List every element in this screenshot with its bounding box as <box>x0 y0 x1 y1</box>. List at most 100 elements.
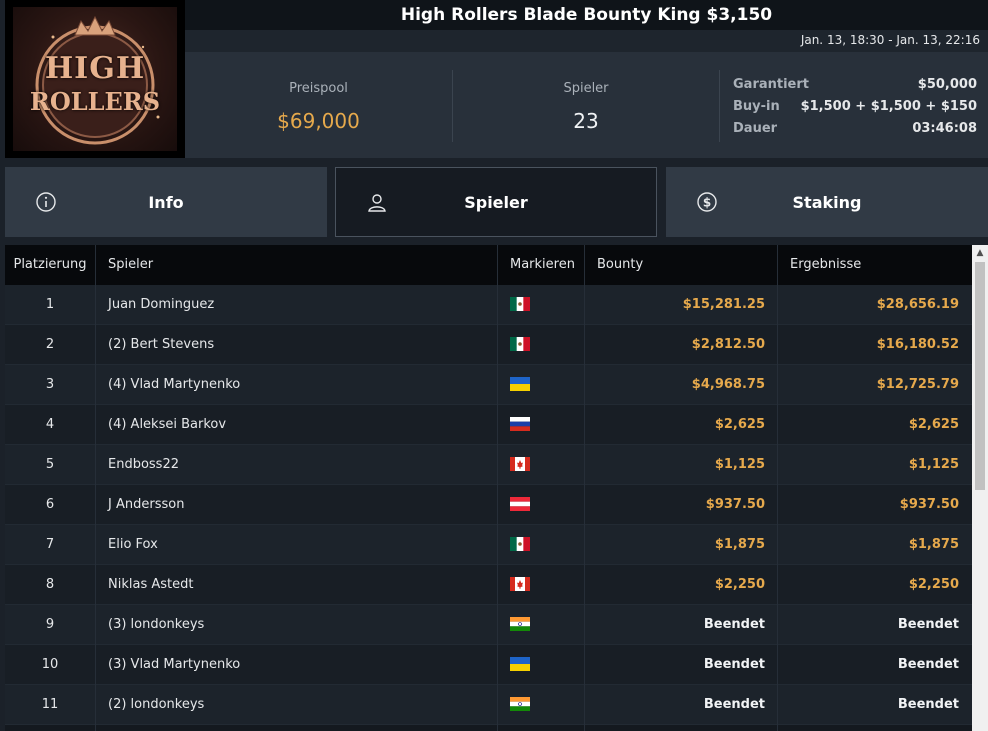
prizepool-value: $69,000 <box>277 109 360 133</box>
bounty-cell: $15,281.25 <box>682 297 765 312</box>
player-name-link[interactable]: J Andersson <box>108 485 184 525</box>
bounty-cell: $937.50 <box>705 497 765 512</box>
player-name-link[interactable]: Elio Fox <box>108 525 158 565</box>
table-row[interactable]: 8 Niklas Astedt $2,250 $2,250 <box>5 565 972 605</box>
india-flag-icon <box>510 697 530 711</box>
header-player[interactable]: Spieler <box>108 245 153 285</box>
column-divider <box>584 245 585 731</box>
tournament-date-range: Jan. 13, 18:30 - Jan. 13, 22:16 <box>800 33 980 47</box>
header-flag[interactable]: Markieren <box>510 245 575 285</box>
table-row[interactable]: 1 Juan Dominguez $15,281.25 $28,656.19 <box>5 285 972 325</box>
table-row[interactable]: 11 (2) londonkeys Beendet Beendet <box>5 685 972 725</box>
bounty-cell: Beendet <box>703 617 765 632</box>
result-cell: $2,250 <box>908 577 959 592</box>
ukraine-flag-icon <box>510 377 530 391</box>
table-row[interactable]: 7 Elio Fox $1,875 $1,875 <box>5 525 972 565</box>
stats-divider <box>719 70 720 142</box>
logo-text-high: HIGH <box>44 51 146 86</box>
canada-flag-icon <box>510 457 530 471</box>
rank-cell: 1 <box>45 297 55 312</box>
tab-players-label: Spieler <box>464 192 528 212</box>
scrollbar-thumb[interactable] <box>975 262 985 490</box>
logo-text-rollers: ROLLERS <box>29 87 161 116</box>
high-rollers-logo: HIGH ROLLERS <box>13 7 177 151</box>
table-row[interactable]: 3 (4) Vlad Martynenko $4,968.75 $12,725.79 <box>5 365 972 405</box>
svg-text:$: $ <box>703 196 711 210</box>
rank-cell: 2 <box>45 337 55 352</box>
result-cell: $2,625 <box>908 417 959 432</box>
table-row[interactable]: 2 (2) Bert Stevens $2,812.50 $16,180.52 <box>5 325 972 365</box>
bounty-cell: $2,250 <box>714 577 765 592</box>
info-icon <box>36 192 56 212</box>
mexico-flag-icon <box>510 337 530 351</box>
column-divider <box>497 245 498 731</box>
duration-label: Dauer <box>733 121 778 136</box>
mexico-flag-icon <box>510 297 530 311</box>
table-row[interactable]: 9 (3) londonkeys Beendet Beendet <box>5 605 972 645</box>
table-row[interactable]: 10 (3) Vlad Martynenko Beendet Beendet <box>5 645 972 685</box>
column-divider <box>777 245 778 731</box>
table-row[interactable]: 6 J Andersson $937.50 $937.50 <box>5 485 972 525</box>
india-flag-icon <box>510 617 530 631</box>
result-cell: $937.50 <box>899 497 959 512</box>
scroll-up-arrow-icon[interactable]: ▲ <box>972 245 988 261</box>
rank-cell: 5 <box>45 457 55 472</box>
table-header: Platzierung Spieler Markieren Bounty Erg… <box>5 245 972 285</box>
tab-info-label: Info <box>148 192 184 212</box>
rank-cell: 7 <box>45 537 55 552</box>
players-value: 23 <box>573 109 599 133</box>
duration-value: 03:46:08 <box>912 121 977 136</box>
ukraine-flag-icon <box>510 657 530 671</box>
player-name-link[interactable]: Juan Dominguez <box>108 285 214 325</box>
result-cell: Beendet <box>897 617 959 632</box>
header-result[interactable]: Ergebnisse <box>790 245 861 285</box>
players-label: Spieler <box>563 81 609 96</box>
player-name-link[interactable]: (2) Bert Stevens <box>108 325 214 365</box>
rank-cell: 11 <box>41 697 59 712</box>
mexico-flag-icon <box>510 537 530 551</box>
bounty-cell: $4,968.75 <box>691 377 765 392</box>
player-name-link[interactable]: (3) londonkeys <box>108 605 204 645</box>
results-table: Platzierung Spieler Markieren Bounty Erg… <box>5 245 972 731</box>
header-rank[interactable]: Platzierung <box>5 245 95 285</box>
bounty-cell: $1,875 <box>714 537 765 552</box>
canada-flag-icon <box>510 577 530 591</box>
result-cell: Beendet <box>897 657 959 672</box>
tab-staking-label: Staking <box>792 192 862 212</box>
austria-flag-icon <box>510 497 530 511</box>
result-cell: $12,725.79 <box>876 377 959 392</box>
guaranteed-value: $50,000 <box>917 77 977 92</box>
rank-cell: 9 <box>45 617 55 632</box>
tab-players[interactable]: Spieler <box>335 167 657 237</box>
tab-info[interactable]: Info <box>5 167 327 237</box>
buyin-value: $1,500 + $1,500 + $150 <box>800 99 977 114</box>
tournament-title: High Rollers Blade Bounty King $3,150 <box>400 5 773 25</box>
player-name-link[interactable]: (2) londonkeys <box>108 685 204 725</box>
result-cell: $16,180.52 <box>876 337 959 352</box>
bounty-cell: $2,812.50 <box>691 337 765 352</box>
table-row[interactable]: 5 Endboss22 $1,125 $1,125 <box>5 445 972 485</box>
user-icon <box>368 194 386 212</box>
russia-flag-icon <box>510 417 530 431</box>
header-bounty[interactable]: Bounty <box>597 245 643 285</box>
bounty-cell: $1,125 <box>714 457 765 472</box>
result-cell: $28,656.19 <box>876 297 959 312</box>
player-name-link[interactable]: (3) Vlad Martynenko <box>108 645 240 685</box>
player-name-link[interactable]: Endboss22 <box>108 445 179 485</box>
column-divider <box>95 245 96 731</box>
result-cell: Beendet <box>897 697 959 712</box>
rank-cell: 8 <box>45 577 55 592</box>
player-name-link[interactable]: Niklas Astedt <box>108 565 193 605</box>
tab-staking[interactable]: $ Staking <box>666 167 988 237</box>
player-name-link[interactable]: (4) Vlad Martynenko <box>108 365 240 405</box>
result-cell: $1,125 <box>908 457 959 472</box>
bounty-cell: Beendet <box>703 697 765 712</box>
rank-cell: 6 <box>45 497 55 512</box>
bounty-cell: Beendet <box>703 657 765 672</box>
dollar-coin-icon: $ <box>697 192 717 212</box>
player-name-link[interactable]: (4) Aleksei Barkov <box>108 405 226 445</box>
buyin-label: Buy-in <box>733 99 780 114</box>
table-row[interactable]: 4 (4) Aleksei Barkov $2,625 $2,625 <box>5 405 972 445</box>
bounty-cell: $2,625 <box>714 417 765 432</box>
rank-cell: 10 <box>41 657 59 672</box>
